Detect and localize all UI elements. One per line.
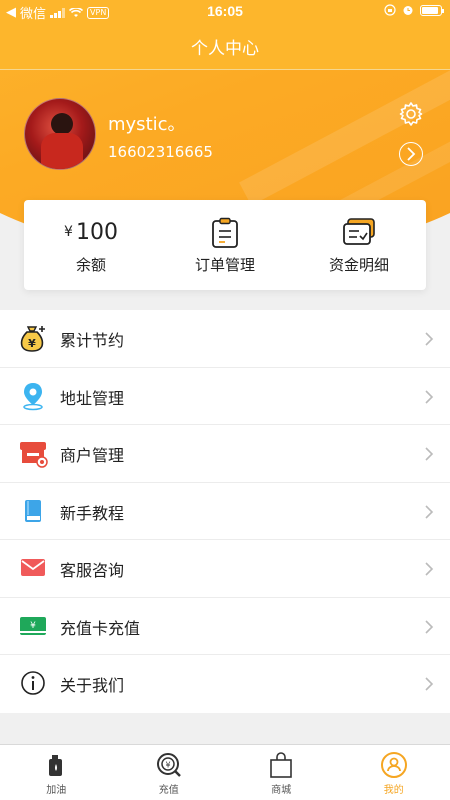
shopping-bag-icon xyxy=(270,752,293,778)
tab-fuel[interactable]: 加油 xyxy=(0,745,113,800)
svg-text:¥: ¥ xyxy=(30,621,36,631)
chevron-right-icon xyxy=(425,562,434,576)
menu-item-label: 累计节约 xyxy=(60,331,125,350)
tab-bar: 加油 ¥ 充值 商城 我的 xyxy=(0,744,450,800)
recharge-icon: ¥ xyxy=(156,753,181,777)
book-icon xyxy=(18,496,48,526)
nav-bar: 个人中心 xyxy=(0,22,450,70)
fuel-icon xyxy=(49,755,63,776)
tab-mall[interactable]: 商城 xyxy=(225,745,338,800)
recharge-card-icon: ¥ xyxy=(18,611,48,641)
wallet-ledger-icon xyxy=(343,218,375,245)
balance-label: 余额 xyxy=(75,256,106,274)
svg-text:¥: ¥ xyxy=(28,337,36,350)
currency-symbol: ¥ xyxy=(64,224,73,240)
tab-recharge[interactable]: ¥ 充值 xyxy=(113,745,226,800)
avatar[interactable] xyxy=(24,98,96,170)
menu-list: ¥ 累计节约 地址管理 商户管理 新手教程 客服咨询 ¥ 充值卡充值 关于我们 xyxy=(0,310,450,713)
tab-label: 我的 xyxy=(383,785,404,796)
alarm-icon xyxy=(403,6,413,15)
store-icon xyxy=(18,438,48,468)
balance-value: 100 xyxy=(75,220,118,245)
menu-item-about[interactable]: 关于我们 xyxy=(0,655,450,713)
tab-label: 商城 xyxy=(271,785,292,796)
profile-detail-arrow-icon[interactable] xyxy=(399,142,423,166)
chevron-right-icon xyxy=(425,619,434,634)
menu-item-merchant[interactable]: 商户管理 xyxy=(0,425,450,483)
avatar-head xyxy=(51,113,73,135)
funds-label: 资金明细 xyxy=(328,256,389,274)
menu-item-label: 客服咨询 xyxy=(60,561,125,580)
menu-item-address[interactable]: 地址管理 xyxy=(0,368,450,425)
menu-item-label: 新手教程 xyxy=(60,503,125,523)
clipboard-icon xyxy=(212,217,238,248)
funds-cell[interactable]: 资金明细 xyxy=(292,200,426,290)
lock-rotation-icon xyxy=(384,4,396,16)
avatar-body xyxy=(41,133,83,169)
balance-amount: ¥100 xyxy=(24,220,158,245)
status-bar: ◀ 微信 VPN 16:05 xyxy=(0,0,450,22)
tab-profile[interactable]: 我的 xyxy=(338,745,450,800)
menu-item-support[interactable]: 客服咨询 xyxy=(0,540,450,598)
menu-item-recharge-card[interactable]: ¥ 充值卡充值 xyxy=(0,598,450,655)
menu-item-savings[interactable]: ¥ 累计节约 xyxy=(0,310,450,368)
menu-item-tutorial[interactable]: 新手教程 xyxy=(0,483,450,540)
chevron-right-icon xyxy=(425,447,434,461)
chevron-right-icon xyxy=(425,504,434,519)
orders-label: 订单管理 xyxy=(194,256,255,274)
tab-label: 加油 xyxy=(46,785,67,796)
profile-hero: mystic。 16602316665 ¥100 余额 订单管理 资金明细 xyxy=(0,70,450,310)
menu-item-label: 充值卡充值 xyxy=(60,618,141,638)
username[interactable]: mystic。 xyxy=(108,110,186,136)
balance-cell[interactable]: ¥100 余额 xyxy=(24,200,158,290)
page-title: 个人中心 xyxy=(191,39,259,59)
location-pin-icon xyxy=(18,381,48,411)
money-bag-icon: ¥ xyxy=(18,323,48,353)
chevron-right-icon xyxy=(425,677,434,691)
info-icon xyxy=(18,668,48,698)
chevron-right-icon xyxy=(425,332,434,346)
battery-icon xyxy=(420,4,444,16)
profile-icon xyxy=(380,752,407,778)
mail-icon xyxy=(18,553,48,583)
orders-cell[interactable]: 订单管理 xyxy=(158,200,292,290)
settings-gear-icon[interactable] xyxy=(398,101,424,127)
phone-number: 16602316665 xyxy=(108,143,213,161)
status-right xyxy=(384,4,444,16)
menu-item-label: 地址管理 xyxy=(60,388,125,408)
menu-item-label: 关于我们 xyxy=(60,676,125,695)
status-time: 16:05 xyxy=(207,3,243,19)
menu-item-label: 商户管理 xyxy=(60,446,125,465)
summary-card: ¥100 余额 订单管理 资金明细 xyxy=(24,200,426,290)
tab-label: 充值 xyxy=(158,785,179,796)
chevron-right-icon xyxy=(425,389,434,404)
svg-text:¥: ¥ xyxy=(165,761,170,770)
